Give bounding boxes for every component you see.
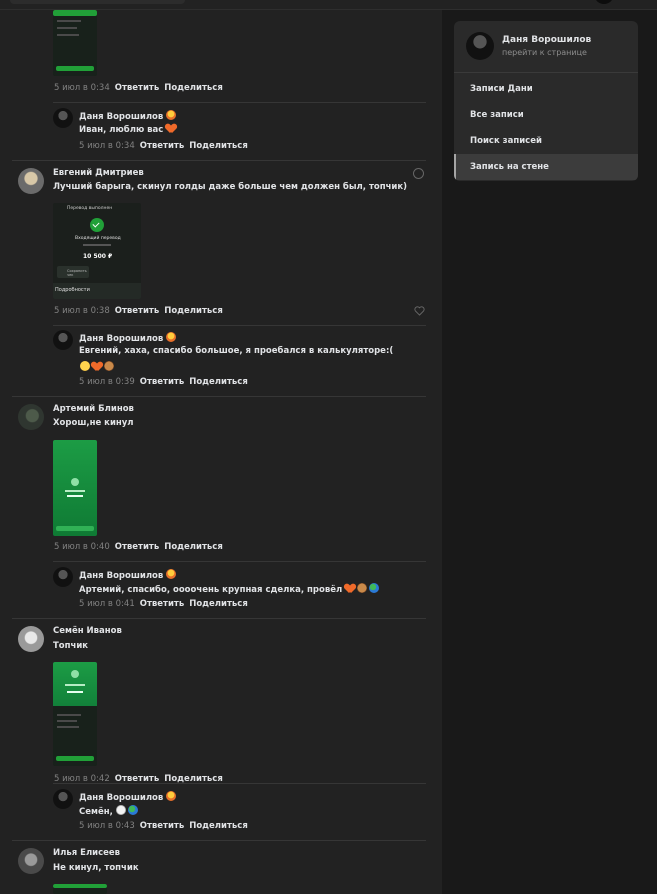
dove-emoji [115, 805, 126, 815]
avatar[interactable] [18, 848, 44, 874]
comment-meta: 5 июл в 0:40 Ответить Поделиться [54, 542, 223, 552]
comment-author[interactable]: Илья Елисеев [53, 848, 120, 858]
comment-text: Не кинул, топчик [53, 863, 139, 873]
avatar[interactable] [18, 168, 44, 194]
image-amount: 10 500 ₽ [83, 253, 113, 260]
comment-author[interactable]: Даня Ворошилов [79, 110, 178, 122]
comment-time[interactable]: 5 июл в 0:34 [54, 83, 110, 93]
profile-card[interactable]: Даня Ворошилов перейти к странице [454, 21, 638, 73]
comment-time[interactable]: 5 июл в 0:41 [79, 599, 135, 609]
avatar[interactable] [18, 404, 44, 430]
comment-time[interactable]: 5 июл в 0:34 [79, 141, 135, 151]
comment-meta: 5 июл в 0:34 Ответить Поделиться [79, 141, 248, 151]
image-footer: Подробности [55, 287, 90, 293]
reply-link[interactable]: Ответить [140, 141, 184, 151]
fire-emoji [166, 791, 177, 801]
search-field-edge[interactable] [10, 0, 185, 4]
comments-feed: 5 июл в 0:34 Ответить Поделиться Даня Воро… [0, 10, 442, 894]
comment-time[interactable]: 5 июл в 0:43 [79, 821, 135, 831]
fire-emoji [166, 110, 177, 120]
comment-image[interactable] [53, 662, 97, 766]
comment-image[interactable] [53, 10, 97, 76]
laugh-emoji [80, 361, 90, 371]
reply-link[interactable]: Ответить [115, 542, 159, 552]
comment-meta: 5 июл в 0:34 Ответить Поделиться [54, 83, 223, 93]
image-header: Перевод выполнен [67, 206, 113, 211]
top-avatar[interactable] [594, 0, 614, 4]
profile-link[interactable]: перейти к странице [502, 48, 587, 57]
comment-meta: 5 июл в 0:43 Ответить Поделиться [79, 821, 248, 831]
globe-emoji [127, 805, 138, 815]
comment-author[interactable]: Евгений Дмитриев [53, 168, 144, 178]
share-link[interactable]: Поделиться [164, 83, 223, 93]
comment-text: Иван, люблю вас [79, 124, 178, 135]
avatar[interactable] [18, 626, 44, 652]
comment-text: Лучший барыга, скинул голды даже больше … [53, 182, 408, 192]
success-check-icon [90, 218, 104, 232]
share-link[interactable]: Поделиться [164, 306, 223, 316]
menu-item-wall-post[interactable]: Запись на стене [454, 154, 638, 180]
comment-image[interactable] [53, 440, 97, 536]
comment-author[interactable]: Даня Ворошилов [79, 569, 178, 581]
comment-meta: 5 июл в 0:38 Ответить Поделиться [54, 306, 223, 316]
comment-text: Топчик [53, 641, 89, 651]
bear-emoji [104, 361, 114, 371]
comment-author[interactable]: Даня Ворошилов [79, 332, 178, 344]
reply-link[interactable]: Ответить [140, 377, 184, 387]
avatar[interactable] [53, 330, 73, 350]
reply-link[interactable]: Ответить [115, 83, 159, 93]
fire-emoji [166, 569, 177, 579]
comment-text: Семён, [79, 805, 140, 817]
fire-emoji [166, 332, 177, 342]
avatar[interactable] [53, 567, 73, 587]
comment-image[interactable]: Перевод выполнен Входящий перевод 10 500… [53, 203, 141, 299]
avatar[interactable] [53, 108, 73, 128]
share-link[interactable]: Поделиться [189, 377, 248, 387]
right-panel: Даня Ворошилов перейти к странице Записи… [454, 21, 638, 181]
comment-author[interactable]: Артемий Блинов [53, 404, 134, 414]
reply-link[interactable]: Ответить [140, 599, 184, 609]
menu-item-all-posts[interactable]: Все записи [454, 102, 638, 128]
comment-image[interactable] [53, 884, 107, 894]
comment-text: Артемий, спасибо, оооочень крупная сделк… [79, 583, 381, 595]
comment-author[interactable]: Даня Ворошилов [79, 791, 178, 803]
image-button: Сохранить чек [67, 269, 87, 277]
share-link[interactable]: Поделиться [189, 141, 248, 151]
comment-meta: 5 июл в 0:41 Ответить Поделиться [79, 599, 248, 609]
image-status: Входящий перевод [75, 236, 121, 241]
comment-time[interactable]: 5 июл в 0:39 [79, 377, 135, 387]
share-link[interactable]: Поделиться [189, 599, 248, 609]
menu-item-my-posts[interactable]: Записи Дани [454, 76, 638, 102]
heart-emoji [345, 584, 355, 593]
comment-text: Хорош,не кинул [53, 418, 134, 428]
comment-time[interactable]: 5 июл в 0:40 [54, 542, 110, 552]
heart-emoji [166, 124, 176, 133]
reply-link[interactable]: Ответить [115, 306, 159, 316]
share-link[interactable]: Поделиться [164, 542, 223, 552]
comment-meta: 5 июл в 0:39 Ответить Поделиться [79, 377, 248, 387]
comment-emojis [80, 361, 116, 373]
avatar[interactable] [53, 789, 73, 809]
reply-link[interactable]: Ответить [140, 821, 184, 831]
bear-emoji [357, 583, 368, 593]
comment-text: Евгений, хаха, спасибо большое, я проеба… [79, 346, 394, 356]
comment-author[interactable]: Семён Иванов [53, 626, 122, 636]
menu-item-search-posts[interactable]: Поиск записей [454, 128, 638, 154]
profile-name[interactable]: Даня Ворошилов [502, 35, 591, 45]
top-bar [0, 0, 657, 10]
comment-time[interactable]: 5 июл в 0:38 [54, 306, 110, 316]
globe-emoji [369, 583, 380, 593]
heart-emoji [92, 362, 102, 371]
share-link[interactable]: Поделиться [189, 821, 248, 831]
avatar[interactable] [466, 32, 494, 60]
like-heart-icon[interactable] [414, 306, 425, 316]
info-icon[interactable] [413, 168, 424, 179]
